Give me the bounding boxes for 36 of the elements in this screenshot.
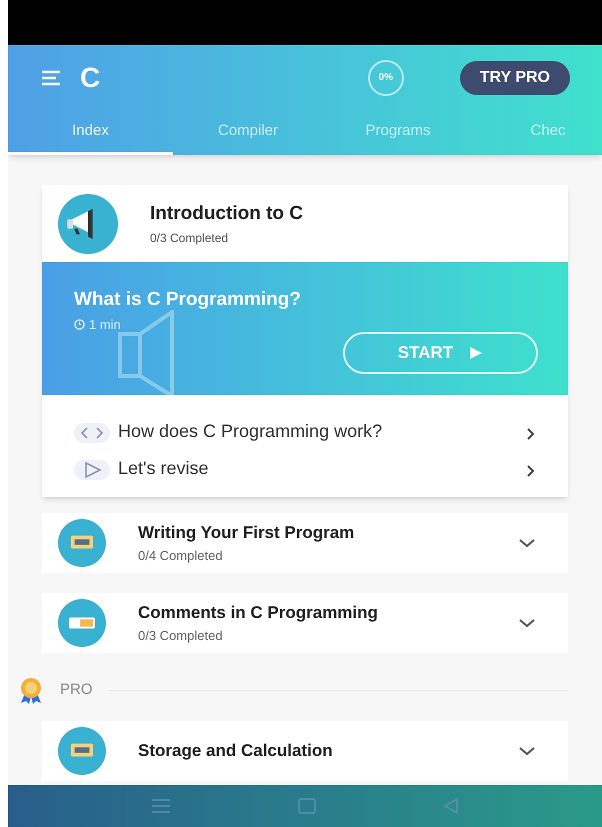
- award-ribbon-icon: [18, 676, 44, 704]
- card-icon: [58, 598, 106, 646]
- module-title: Storage and Calculation: [138, 740, 334, 762]
- chevron-right-icon: [526, 464, 536, 478]
- chevron-down-icon[interactable]: [518, 538, 536, 548]
- module-title: Comments in C Programming: [138, 602, 379, 624]
- clock-icon: [74, 318, 85, 330]
- chevron-down-icon[interactable]: [518, 746, 536, 756]
- home-square-icon[interactable]: [298, 798, 316, 814]
- module-title: Introduction to C: [150, 202, 304, 226]
- lesson-title: How does C Programming work?: [118, 420, 384, 443]
- code-brackets-icon: [74, 423, 110, 443]
- lesson-row[interactable]: How does C Programming work?: [74, 419, 536, 444]
- section-label: PRO: [60, 680, 93, 700]
- lesson-row[interactable]: Let's revise: [74, 456, 536, 480]
- play-icon: [469, 346, 484, 360]
- module-row[interactable]: Storage and Calculation: [42, 720, 568, 780]
- megaphone-icon: [58, 194, 118, 254]
- progress-text: 0/3 Completed: [150, 230, 230, 247]
- module-row[interactable]: Writing Your First Program 0/4 Completed: [42, 512, 568, 572]
- app-title: C: [80, 60, 100, 94]
- play-outline-icon: [74, 460, 110, 480]
- try-pro-button[interactable]: TRY PRO: [460, 60, 570, 94]
- progress-text: 0/4 Completed: [138, 546, 224, 565]
- progress-badge: 0%: [368, 60, 404, 96]
- duration-text: 1 min: [89, 316, 121, 334]
- menu-icon[interactable]: [151, 799, 172, 813]
- lesson-title: Let's revise: [118, 456, 210, 480]
- module-title: Writing Your First Program: [138, 522, 356, 544]
- chevron-right-icon: [526, 427, 536, 441]
- lesson-title: What is C Programming?: [74, 288, 302, 312]
- module-row[interactable]: Comments in C Programming 0/3 Completed: [42, 592, 568, 652]
- progress-text: 0/3 Completed: [138, 626, 224, 645]
- chevron-down-icon[interactable]: [518, 618, 536, 628]
- screen-icon: [58, 518, 106, 566]
- screen-icon: [58, 726, 106, 774]
